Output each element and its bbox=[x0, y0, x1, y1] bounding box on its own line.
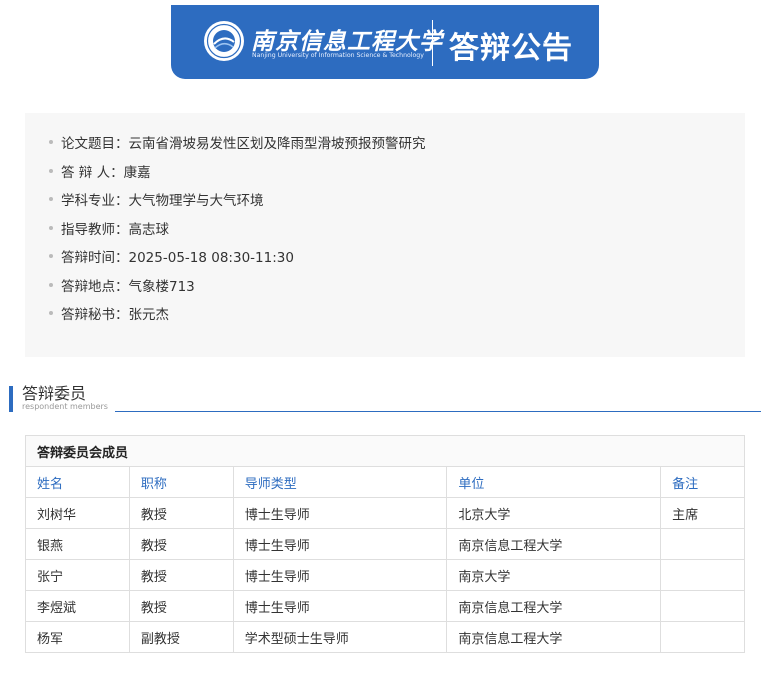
info-value: 大气物理学与大气环境 bbox=[128, 193, 264, 209]
cell-remark bbox=[660, 559, 745, 591]
info-thesis-title: 论文题目：云南省滑坡易发性区划及降雨型滑坡预报预警研究 bbox=[49, 135, 745, 164]
column-header-title: 职称 bbox=[128, 466, 234, 498]
info-major: 学科专业：大气物理学与大气环境 bbox=[49, 192, 745, 221]
defense-info-list: 论文题目：云南省滑坡易发性区划及降雨型滑坡预报预警研究 答 辩 人：康嘉 学科专… bbox=[25, 113, 745, 335]
cell-institution: 南京信息工程大学 bbox=[446, 621, 662, 653]
cell-name: 银燕 bbox=[25, 528, 130, 560]
bullet-icon bbox=[49, 168, 53, 173]
bullet-icon bbox=[49, 140, 53, 144]
info-value: 高志球 bbox=[128, 221, 170, 238]
info-label: 指导教师： bbox=[61, 221, 129, 238]
info-label: 答辩地点： bbox=[61, 278, 129, 295]
cell-advisor-type: 博士生导师 bbox=[232, 590, 448, 622]
info-value: 张元杰 bbox=[128, 307, 170, 323]
cell-remark bbox=[660, 528, 745, 560]
column-header-remark: 备注 bbox=[660, 466, 745, 498]
banner-divider bbox=[432, 20, 433, 66]
info-location: 答辩地点：气象楼713 bbox=[49, 278, 745, 307]
cell-title: 副教授 bbox=[128, 621, 234, 653]
column-header-name: 姓名 bbox=[25, 466, 130, 498]
bullet-icon bbox=[49, 225, 53, 230]
info-label: 答 辩 人： bbox=[61, 164, 124, 181]
section-divider-line bbox=[115, 411, 761, 412]
cell-institution: 南京信息工程大学 bbox=[446, 590, 662, 622]
table-row: 杨军 副教授 学术型硕士生导师 南京信息工程大学 bbox=[25, 621, 745, 653]
defense-info-panel: 论文题目：云南省滑坡易发性区划及降雨型滑坡预报预警研究 答 辩 人：康嘉 学科专… bbox=[25, 113, 745, 357]
cell-name: 张宁 bbox=[25, 559, 130, 591]
cell-remark bbox=[660, 621, 745, 653]
table-caption: 答辩委员会成员 bbox=[25, 435, 745, 467]
committee-section-header: 答辩委员 respondent members bbox=[9, 384, 761, 414]
table-row: 李煜斌 教授 博士生导师 南京信息工程大学 bbox=[25, 590, 745, 622]
section-title: 答辩委员 bbox=[22, 384, 87, 403]
info-value: 云南省滑坡易发性区划及降雨型滑坡预报预警研究 bbox=[128, 136, 426, 152]
cell-advisor-type: 学术型硕士生导师 bbox=[232, 621, 448, 653]
table-caption-row: 答辩委员会成员 bbox=[25, 435, 745, 467]
cell-institution: 北京大学 bbox=[446, 497, 662, 529]
info-label: 答辩时间： bbox=[61, 250, 129, 266]
info-time: 答辩时间：2025-05-18 08:30-11:30 bbox=[49, 249, 745, 278]
bullet-icon bbox=[49, 282, 53, 287]
info-candidate: 答 辩 人：康嘉 bbox=[49, 164, 745, 193]
bullet-icon bbox=[49, 311, 53, 315]
info-label: 学科专业： bbox=[61, 193, 129, 209]
info-label: 论文题目： bbox=[61, 136, 129, 152]
column-header-advisor-type: 导师类型 bbox=[232, 466, 448, 498]
info-value: 气象楼713 bbox=[128, 278, 195, 295]
cell-name: 刘树华 bbox=[25, 497, 130, 529]
table-row: 刘树华 教授 博士生导师 北京大学 主席 bbox=[25, 497, 745, 529]
section-accent-bar bbox=[9, 386, 13, 412]
cell-advisor-type: 博士生导师 bbox=[232, 497, 448, 529]
info-advisor: 指导教师：高志球 bbox=[49, 221, 745, 250]
university-name-en: Nanjing University of Information Scienc… bbox=[252, 52, 424, 59]
university-name-cn: 南京信息工程大学 bbox=[251, 28, 443, 55]
header-banner: 南京信息工程大学 Nanjing University of Informati… bbox=[171, 5, 599, 79]
page-title: 答辩公告 bbox=[449, 31, 573, 66]
committee-table: 答辩委员会成员 姓名 职称 导师类型 单位 备注 刘树华 教授 博士生导师 北京… bbox=[25, 435, 745, 653]
info-value: 康嘉 bbox=[123, 164, 151, 181]
cell-institution: 南京信息工程大学 bbox=[446, 528, 662, 560]
cell-institution: 南京大学 bbox=[446, 559, 662, 591]
info-label: 答辩秘书： bbox=[61, 307, 129, 323]
cell-title: 教授 bbox=[128, 528, 234, 560]
bullet-icon bbox=[49, 254, 53, 258]
university-seal-icon bbox=[204, 21, 244, 61]
bullet-icon bbox=[49, 197, 53, 201]
table-header-row: 姓名 职称 导师类型 单位 备注 bbox=[25, 466, 745, 498]
table-row: 银燕 教授 博士生导师 南京信息工程大学 bbox=[25, 528, 745, 560]
table-row: 张宁 教授 博士生导师 南京大学 bbox=[25, 559, 745, 591]
info-secretary: 答辩秘书：张元杰 bbox=[49, 306, 745, 335]
cell-name: 杨军 bbox=[25, 621, 130, 653]
cell-name: 李煜斌 bbox=[25, 590, 130, 622]
column-header-institution: 单位 bbox=[446, 466, 662, 498]
section-subtitle: respondent members bbox=[22, 402, 108, 411]
cell-title: 教授 bbox=[128, 559, 234, 591]
cell-title: 教授 bbox=[128, 590, 234, 622]
info-value: 2025-05-18 08:30-11:30 bbox=[128, 250, 294, 266]
cell-advisor-type: 博士生导师 bbox=[232, 559, 448, 591]
cell-remark: 主席 bbox=[660, 497, 745, 529]
cell-title: 教授 bbox=[128, 497, 234, 529]
cell-remark bbox=[660, 590, 745, 622]
cell-advisor-type: 博士生导师 bbox=[232, 528, 448, 560]
